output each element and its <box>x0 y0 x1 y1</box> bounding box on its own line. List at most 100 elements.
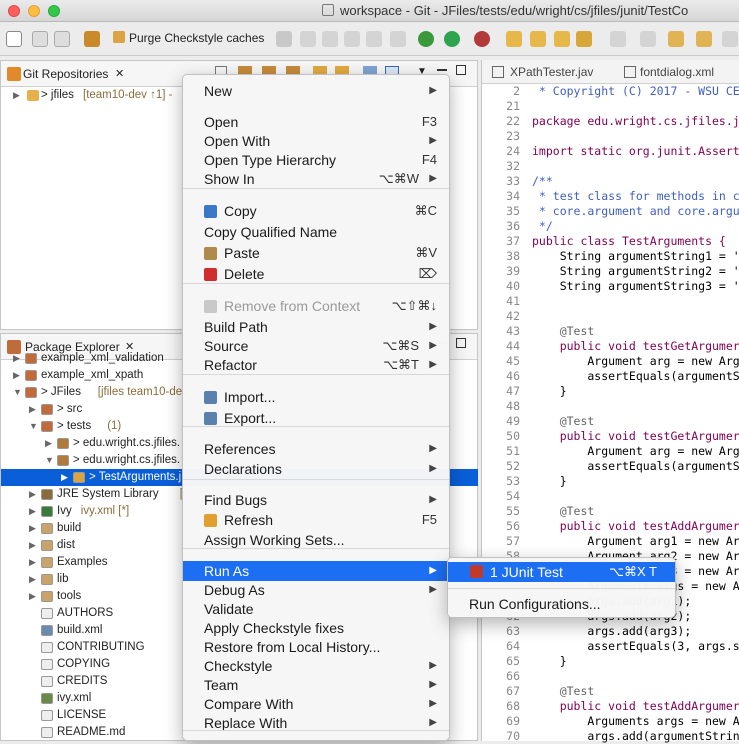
menu-item-open-with[interactable]: Open With ▶ <box>183 131 449 151</box>
save-all-icon[interactable] <box>54 31 70 47</box>
menu-item-copy-qualified-name[interactable]: Copy Qualified Name <box>183 222 449 242</box>
run-icon[interactable] <box>444 31 460 47</box>
expand-arrow-icon[interactable]: ▶ <box>29 401 36 418</box>
submenu-arrow-icon: ▶ <box>429 584 437 595</box>
menu-item-source[interactable]: Source ⌥⌘S ▶ <box>183 336 449 356</box>
open-task-icon[interactable] <box>530 31 546 47</box>
menu-item-assign-working-sets[interactable]: Assign Working Sets... <box>183 530 449 550</box>
expand-arrow-icon[interactable]: ▶ <box>29 588 36 605</box>
menu-item-open-type-hierarchy[interactable]: Open Type Hierarchy F4 <box>183 150 449 170</box>
code-line: 41 <box>482 294 739 309</box>
submenu-arrow-icon: ▶ <box>429 340 437 351</box>
annotation-next-icon[interactable] <box>610 31 626 47</box>
maximize-view-icon[interactable] <box>456 65 466 75</box>
expand-arrow-icon[interactable]: ▼ <box>13 384 22 401</box>
code-line: 63 args.add(arg3); <box>482 624 739 639</box>
menu-item-apply-checkstyle-fixes[interactable]: Apply Checkstyle fixes <box>183 618 449 638</box>
menu-item-remove-from-context: Remove from Context ⌥⇧⌘↓ <box>183 296 449 316</box>
close-window-button[interactable] <box>8 5 20 17</box>
code-line: 54 <box>482 489 739 504</box>
junit-test-menu-item[interactable]: 1 JUnit Test ⌥⌘X T <box>448 562 675 582</box>
line-number: 36 <box>506 219 520 233</box>
menu-item-checkstyle[interactable]: Checkstyle ▶ <box>183 656 449 676</box>
menu-item-debug-as[interactable]: Debug As ▶ <box>183 580 449 600</box>
expand-arrow-icon[interactable]: ▶ <box>29 537 36 554</box>
menu-item-refactor[interactable]: Refactor ⌥⌘T ▶ <box>183 355 449 375</box>
expand-arrow-icon[interactable]: ▶ <box>45 435 52 452</box>
maximize-window-button[interactable] <box>48 5 60 17</box>
submenu-arrow-icon: ▶ <box>429 85 437 96</box>
close-icon[interactable]: ✕ <box>115 67 124 80</box>
maximize-view-icon[interactable] <box>456 338 466 348</box>
expand-arrow-icon[interactable]: ▶ <box>61 469 68 486</box>
minimize-view-icon[interactable] <box>437 69 447 71</box>
search-icon[interactable] <box>554 31 570 47</box>
expand-arrow-icon[interactable]: ▶ <box>29 503 36 520</box>
menu-item-import[interactable]: Import... <box>183 387 449 407</box>
expand-arrow-icon[interactable]: ▶ <box>29 554 36 571</box>
menu-item-declarations[interactable]: Declarations ▶ <box>183 459 449 479</box>
line-number: 33 <box>506 174 520 188</box>
menu-item-new[interactable]: New ▶ <box>183 81 449 101</box>
menu-item-open[interactable]: Open F3 <box>183 112 449 132</box>
more-icon[interactable] <box>722 31 738 47</box>
expand-arrow-icon[interactable]: ▶ <box>13 350 20 367</box>
line-number: 24 <box>506 144 520 158</box>
tree-item-label: LICENSE <box>57 709 107 721</box>
forward-icon[interactable] <box>696 31 712 47</box>
expand-arrow-icon[interactable]: ▼ <box>29 418 38 435</box>
tree-item-icon <box>41 421 53 432</box>
menu-item-run-as[interactable]: Run As ▶ <box>183 561 449 581</box>
code-text: Argument arg = new Arg <box>532 444 739 458</box>
prev-annotation-icon[interactable] <box>366 31 382 47</box>
next-annotation-icon[interactable] <box>344 31 360 47</box>
menu-item-compare-with[interactable]: Compare With ▶ <box>183 694 449 714</box>
line-number: 23 <box>506 129 520 143</box>
menu-item-copy[interactable]: Copy ⌘C <box>183 201 449 221</box>
menu-item-show-in[interactable]: Show In ⌥⌘W ▶ <box>183 169 449 189</box>
new-icon[interactable] <box>6 31 22 47</box>
menu-item-refresh[interactable]: Refresh F5 <box>183 510 449 530</box>
task-icon[interactable] <box>322 31 338 47</box>
tab-fontdialog[interactable]: fontdialog.xml <box>640 65 714 79</box>
menu-item-paste[interactable]: Paste ⌘V <box>183 243 449 263</box>
submenu-arrow-icon: ▶ <box>429 494 437 505</box>
menu-item-label: Validate <box>204 601 254 617</box>
line-number: 68 <box>506 699 520 713</box>
code-line: 45 Argument arg = new Arg <box>482 354 739 369</box>
expand-arrow-icon[interactable]: ▼ <box>45 452 54 469</box>
debug-icon[interactable] <box>418 31 434 47</box>
menu-item-team[interactable]: Team ▶ <box>183 675 449 695</box>
expand-arrow-icon[interactable]: ▶ <box>29 486 36 503</box>
bookmark-icon[interactable] <box>300 31 316 47</box>
minimize-window-button[interactable] <box>28 5 40 17</box>
save-icon[interactable] <box>32 31 48 47</box>
external-tools-icon[interactable] <box>474 31 490 47</box>
menu-separator <box>183 426 449 427</box>
code-text: /** <box>532 174 553 188</box>
repository-icon <box>27 90 39 101</box>
expand-arrow-icon[interactable]: ▶ <box>13 367 20 384</box>
purge-checkstyle-button[interactable]: Purge Checkstyle caches <box>129 31 264 45</box>
menu-item-references[interactable]: References ▶ <box>183 439 449 459</box>
toggle-mark-icon[interactable] <box>390 31 406 47</box>
menu-item-restore-from-local-history[interactable]: Restore from Local History... <box>183 637 449 657</box>
menu-item-find-bugs[interactable]: Find Bugs ▶ <box>183 490 449 510</box>
menu-item-build-path[interactable]: Build Path ▶ <box>183 317 449 337</box>
expand-arrow-icon[interactable]: ▶ <box>29 571 36 588</box>
code-line: 43 @Test <box>482 324 739 339</box>
menu-item-validate[interactable]: Validate <box>183 599 449 619</box>
submenu-arrow-icon: ▶ <box>429 565 437 576</box>
menu-item-export[interactable]: Export... <box>183 408 449 428</box>
brush-icon[interactable] <box>576 31 592 47</box>
run-configurations-menu-item[interactable]: Run Configurations... <box>448 594 675 614</box>
menu-item-delete[interactable]: Delete ⌦ <box>183 264 449 284</box>
checkstyle-icon[interactable] <box>84 31 100 47</box>
code-line: 22 package edu.wright.cs.jfiles.j <box>482 114 739 129</box>
tab-xpathtester[interactable]: XPathTester.jav <box>510 65 593 79</box>
back-icon[interactable] <box>668 31 684 47</box>
annotation-prev-icon[interactable] <box>640 31 656 47</box>
expand-arrow-icon[interactable]: ▶ <box>29 520 36 537</box>
pin-icon[interactable] <box>276 31 292 47</box>
open-type-icon[interactable] <box>506 31 522 47</box>
